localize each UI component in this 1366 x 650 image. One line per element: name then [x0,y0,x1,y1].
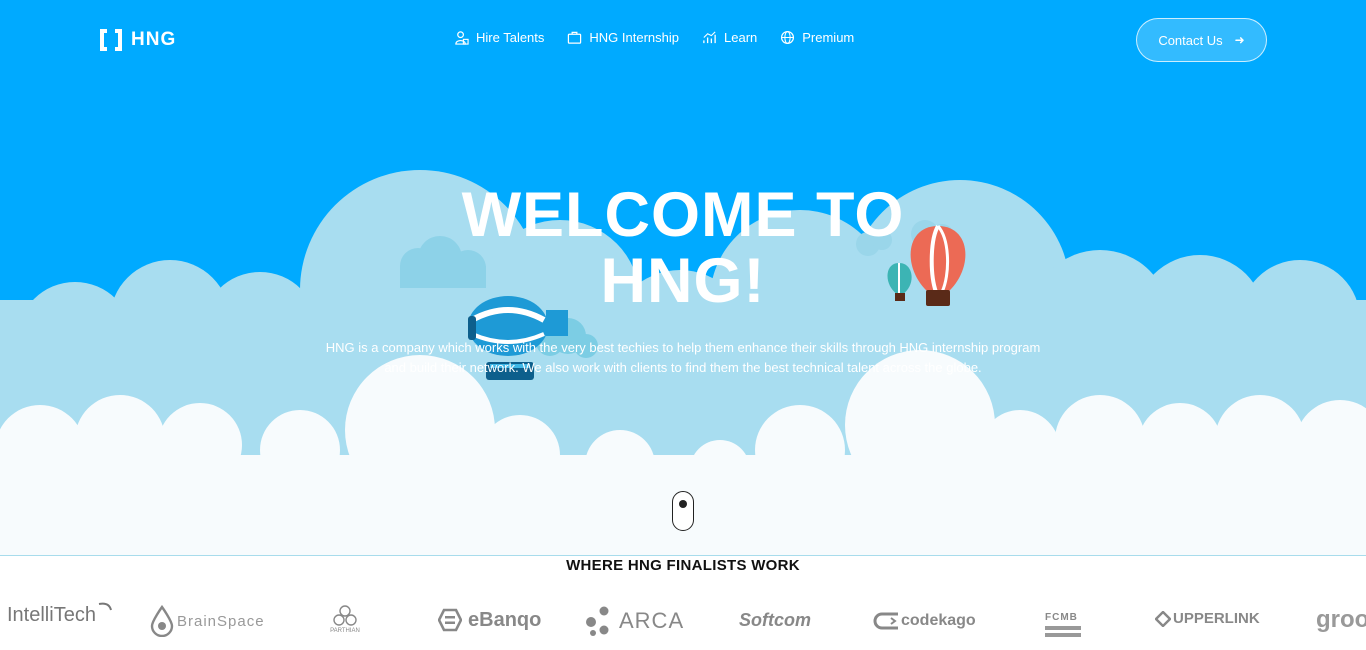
partner-logo-label: IntelliTech [7,604,96,626]
hero-description: HNG is a company which works with the ve… [325,340,1041,375]
partner-logo-upperlink: UPPERLINK [1155,610,1260,627]
nav-label: HNG Internship [589,30,679,45]
swoosh-icon [98,602,112,610]
diamond-icon [1155,610,1171,627]
nav-hng-internship[interactable]: HNG Internship [567,30,679,45]
globe-icon [781,30,795,45]
partner-logo-brainspace: BrainSpace [150,605,265,637]
partner-logo-label: ARCA [619,608,685,633]
hero-section: HNG Hire Talents HNG Internship Learn Pr… [0,0,1366,556]
hng-logo[interactable]: HNG [98,27,176,53]
partner-logo-softcom: Softcom [739,610,811,631]
contact-label: Contact Us [1158,32,1223,48]
partner-logos: IntelliTech BrainSpace PARTHIAN eBanqo A… [0,600,1366,645]
partner-logo-parthian: PARTHIAN [328,604,362,634]
nav-premium[interactable]: Premium [780,30,854,45]
partner-logo-label: Softcom [739,610,811,630]
partner-logo-label: eBanqo [468,608,542,631]
drop-icon [150,605,174,637]
partner-logo-arca: ARCA [585,606,684,636]
main-menu: Hire Talents HNG Internship Learn Premiu… [454,30,877,45]
nav-hire-talents[interactable]: Hire Talents [454,30,544,45]
partner-logo-label: BrainSpace [177,612,265,630]
chart-icon [703,31,716,44]
hexagon-icon [438,608,462,632]
partner-logo-label: PARTHIAN [330,628,360,634]
partner-logo-label: FCMB [1045,612,1078,623]
partner-logo-intellitech: IntelliTech [7,602,113,627]
partner-logo-fcmb: FCMB [1045,612,1081,638]
nav-label: Premium [802,30,855,45]
hero-title-line2: HNG! [600,246,766,316]
contact-us-button[interactable]: Contact Us ➜ [1136,18,1267,62]
parthian-emblem-icon [333,605,357,626]
section-divider [0,555,1366,556]
top-navbar: HNG Hire Talents HNG Internship Learn Pr… [0,0,1366,80]
dots-cluster-icon [586,606,609,636]
partner-logo-label: UPPERLINK [1173,610,1260,627]
partner-logo-ebanqo: eBanqo [438,608,541,632]
nav-label: Learn [724,30,758,45]
fcmb-bars-icon [1045,626,1081,637]
scroll-dot-icon [678,500,687,508]
partner-logo-codekago: codekago [871,610,976,632]
partner-logo-label: codekago [901,612,976,629]
partner-logo-label: groove [1316,606,1366,633]
nav-learn[interactable]: Learn [702,30,757,45]
bracket-logo-icon [100,29,122,51]
partner-logo-groove: groove [1316,606,1366,634]
hero-title: WELCOME TO HNG! [0,182,1366,314]
codekago-c-icon [873,612,898,630]
user-icon [455,31,469,45]
partners-title: WHERE HNG FINALISTS WORK [566,557,800,574]
arrow-right-icon: ➜ [1234,33,1245,47]
nav-label: Hire Talents [476,30,545,45]
hero-title-line1: WELCOME TO [461,180,905,250]
scroll-down-indicator[interactable] [672,491,694,531]
briefcase-icon [568,31,582,44]
brand-name: HNG [131,29,177,50]
